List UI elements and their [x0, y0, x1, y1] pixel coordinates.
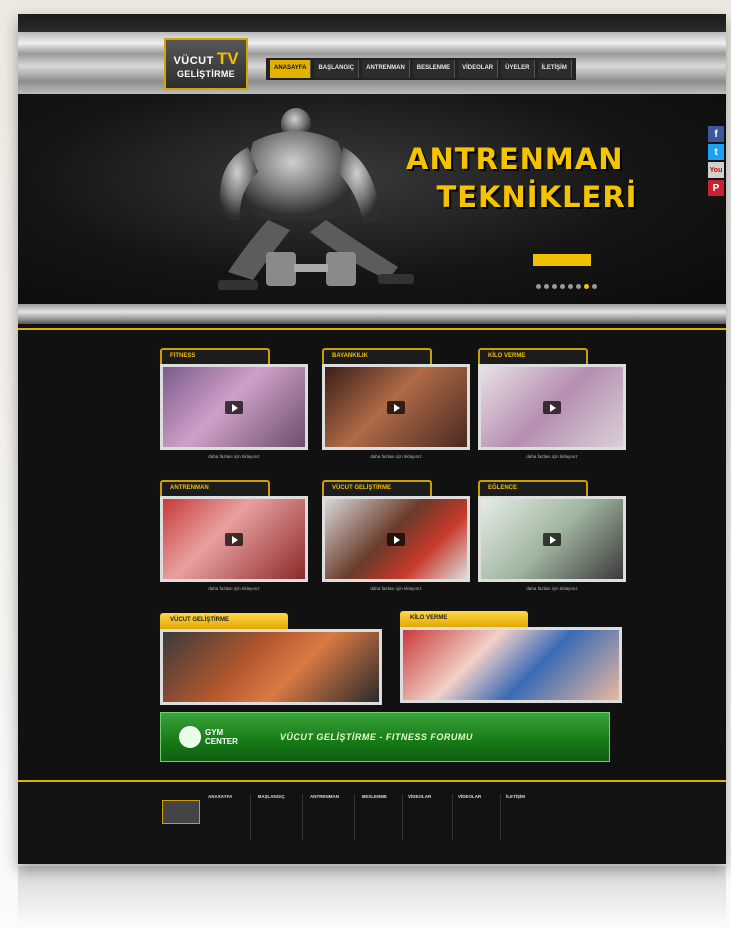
- footer-separator: [354, 794, 355, 840]
- footer-col-videolar-2[interactable]: VİDEOLAR: [458, 794, 481, 799]
- video-card-title: KİLO VERME: [478, 348, 588, 364]
- video-thumbnail[interactable]: [478, 496, 626, 582]
- video-caption[interactable]: daha fazlası için tıklayınız: [322, 586, 470, 591]
- gym-logo-line2: CENTER: [205, 737, 238, 746]
- play-icon[interactable]: [387, 401, 405, 414]
- video-card[interactable]: KİLO VERME daha fazlası için tıklayınız: [478, 344, 626, 459]
- footer-separator: [250, 794, 251, 840]
- hero-title-line2: TEKNİKLERİ: [436, 180, 638, 214]
- footer-col-videolar[interactable]: VİDEOLAR: [408, 794, 431, 799]
- video-thumbnail[interactable]: [478, 364, 626, 450]
- video-caption[interactable]: daha fazlası için tıklayınız: [322, 454, 470, 459]
- feature-card-title: KİLO VERME: [400, 611, 528, 627]
- feature-card[interactable]: VÜCUT GELİŞTİRME: [160, 608, 382, 705]
- video-thumbnail[interactable]: [322, 496, 470, 582]
- play-icon[interactable]: [225, 533, 243, 546]
- footer-rule: [18, 780, 726, 782]
- nav-item-videolar[interactable]: VİDEOLAR: [458, 60, 499, 78]
- video-caption[interactable]: daha fazlası için tıklayınız: [160, 454, 308, 459]
- footer-col-baslangic[interactable]: BAŞLANGIÇ: [258, 794, 285, 799]
- footer-logo[interactable]: [162, 800, 200, 824]
- video-card[interactable]: BAYANKILIK daha fazlası için tıklayınız: [322, 344, 470, 459]
- video-card[interactable]: FITNESS daha fazlası için tıklayınız: [160, 344, 308, 459]
- feature-image[interactable]: [400, 627, 622, 703]
- feature-card-title: VÜCUT GELİŞTİRME: [160, 613, 288, 629]
- video-caption[interactable]: daha fazlası için tıklayınız: [160, 586, 308, 591]
- site-logo[interactable]: VÜCUT TV GELİŞTİRME: [164, 38, 248, 90]
- slider-dot[interactable]: [592, 284, 597, 289]
- page-reflection: [18, 866, 726, 926]
- footer-separator: [452, 794, 453, 840]
- video-card-title: EĞLENCE: [478, 480, 588, 496]
- slider-dot[interactable]: [544, 284, 549, 289]
- hero-more-button[interactable]: [533, 254, 591, 266]
- play-icon[interactable]: [387, 533, 405, 546]
- footer-col-anasayfa[interactable]: ANASAYFA: [208, 794, 232, 799]
- gym-center-banner[interactable]: GYM CENTER VÜCUT GELİŞTİRME - FITNESS FO…: [160, 712, 610, 762]
- footer-separator: [302, 794, 303, 840]
- video-card-title: VÜCUT GELİŞTİRME: [322, 480, 432, 496]
- slider-dot[interactable]: [560, 284, 565, 289]
- pinterest-icon[interactable]: P: [708, 180, 724, 196]
- play-icon[interactable]: [543, 533, 561, 546]
- feature-card[interactable]: KİLO VERME: [400, 606, 622, 703]
- twitter-icon[interactable]: t: [708, 144, 724, 160]
- slider-dots: [536, 284, 597, 289]
- slider-dot[interactable]: [568, 284, 573, 289]
- hero-title: ANTRENMAN TEKNİKLERİ: [406, 142, 636, 214]
- video-card-title: ANTRENMAN: [160, 480, 270, 496]
- slider-dot[interactable]: [536, 284, 541, 289]
- video-card-title: BAYANKILIK: [322, 348, 432, 364]
- hero-title-line1: ANTRENMAN: [406, 142, 624, 176]
- hero-slider: ANTRENMAN TEKNİKLERİ f t You P: [18, 94, 726, 304]
- video-card-title: FITNESS: [160, 348, 270, 364]
- footer-col-beslenme[interactable]: BESLENME: [362, 794, 387, 799]
- footer: ANASAYFA BAŞLANGIÇ ANTRENMAN BESLENME Vİ…: [18, 780, 726, 864]
- gym-banner-title: VÜCUT GELİŞTİRME - FITNESS FORUMU: [279, 732, 473, 742]
- header: VÜCUT TV GELİŞTİRME ANASAYFA BAŞLANGIÇ AN…: [18, 32, 726, 94]
- top-strip: [18, 14, 726, 32]
- footer-separator: [500, 794, 501, 840]
- nav-item-uyeler[interactable]: ÜYELER: [501, 60, 535, 78]
- feature-image[interactable]: [160, 629, 382, 705]
- nav-item-beslenme[interactable]: BESLENME: [412, 60, 456, 78]
- video-card[interactable]: EĞLENCE daha fazlası için tıklayınız: [478, 476, 626, 591]
- facebook-icon[interactable]: f: [708, 126, 724, 142]
- bodybuilder-image: [218, 108, 414, 290]
- video-card[interactable]: VÜCUT GELİŞTİRME daha fazlası için tıkla…: [322, 476, 470, 591]
- logo-text: VÜCUT: [173, 55, 214, 67]
- gym-center-logo: GYM CENTER: [179, 726, 238, 748]
- main-nav: ANASAYFA BAŞLANGIÇ ANTRENMAN BESLENME Vİ…: [266, 58, 576, 80]
- video-thumbnail[interactable]: [322, 364, 470, 450]
- nav-item-anasayfa[interactable]: ANASAYFA: [270, 60, 312, 78]
- video-caption[interactable]: daha fazlası için tıklayınız: [478, 454, 626, 459]
- footer-col-iletisim[interactable]: İLETİŞİM: [506, 794, 525, 799]
- play-icon[interactable]: [543, 401, 561, 414]
- video-thumbnail[interactable]: [160, 496, 308, 582]
- logo-subtext: GELİŞTİRME: [176, 69, 235, 79]
- slider-dot[interactable]: [552, 284, 557, 289]
- video-caption[interactable]: daha fazlası için tıklayınız: [478, 586, 626, 591]
- content-area: FITNESS daha fazlası için tıklayınız BAY…: [18, 330, 726, 770]
- gym-logo-text: GYM CENTER: [205, 728, 238, 746]
- footer-separator: [402, 794, 403, 840]
- website-mockup: VÜCUT TV GELİŞTİRME ANASAYFA BAŞLANGIÇ AN…: [18, 14, 726, 864]
- footer-col-antrenman[interactable]: ANTRENMAN: [310, 794, 339, 799]
- play-icon[interactable]: [225, 401, 243, 414]
- slider-dot[interactable]: [584, 284, 589, 289]
- nav-item-baslangic[interactable]: BAŞLANGIÇ: [314, 60, 360, 78]
- logo-tv: TV: [216, 49, 239, 68]
- gym-logo-line1: GYM: [205, 728, 224, 737]
- gym-logo-icon: [179, 726, 201, 748]
- nav-item-iletisim[interactable]: İLETİŞİM: [537, 60, 572, 78]
- social-bar: f t You P: [708, 126, 724, 196]
- slider-dot[interactable]: [576, 284, 581, 289]
- youtube-icon[interactable]: You: [708, 162, 724, 178]
- video-card[interactable]: ANTRENMAN daha fazlası için tıklayınız: [160, 476, 308, 591]
- nav-item-antrenman[interactable]: ANTRENMAN: [362, 60, 410, 78]
- divider-bar: [18, 304, 726, 324]
- video-thumbnail[interactable]: [160, 364, 308, 450]
